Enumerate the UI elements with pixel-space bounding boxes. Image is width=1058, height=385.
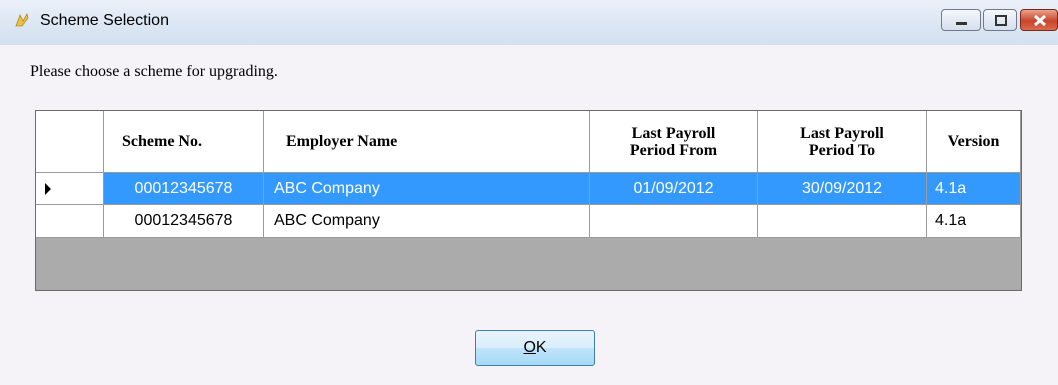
column-header-period-to[interactable]: Last Payroll Period To xyxy=(758,111,927,173)
column-header-period-from[interactable]: Last Payroll Period From xyxy=(590,111,758,173)
scheme-grid[interactable]: Scheme No. Employer Name Last Payroll Pe… xyxy=(35,110,1022,291)
cell-version[interactable]: 4.1a xyxy=(927,205,1021,238)
row-header-selected[interactable] xyxy=(36,173,104,205)
grid-corner-header xyxy=(36,111,104,173)
ok-button[interactable]: OK xyxy=(475,330,595,366)
cell-period-from[interactable] xyxy=(590,205,758,238)
minimize-button[interactable] xyxy=(941,9,981,31)
cell-period-to[interactable]: 30/09/2012 xyxy=(758,173,927,205)
current-row-arrow-icon xyxy=(45,183,51,195)
cell-period-to[interactable] xyxy=(758,205,927,238)
column-header-version[interactable]: Version xyxy=(927,111,1021,173)
close-button[interactable] xyxy=(1020,9,1058,31)
title-bar: Scheme Selection xyxy=(0,0,1058,45)
column-header-scheme-no[interactable]: Scheme No. xyxy=(104,111,264,173)
cell-version[interactable]: 4.1a xyxy=(927,173,1021,205)
maximize-icon xyxy=(995,15,1007,26)
cell-employer-name[interactable]: ABC Company xyxy=(264,173,590,205)
close-icon xyxy=(1033,14,1047,27)
maximize-button[interactable] xyxy=(983,9,1017,31)
ok-button-label: OK xyxy=(523,339,547,356)
cell-scheme-no[interactable]: 00012345678 xyxy=(104,205,264,238)
column-header-employer-name[interactable]: Employer Name xyxy=(264,111,590,173)
row-header[interactable] xyxy=(36,205,104,238)
window-title: Scheme Selection xyxy=(40,12,169,29)
cell-scheme-no[interactable]: 00012345678 xyxy=(104,173,264,205)
cell-period-from[interactable]: 01/09/2012 xyxy=(590,173,758,205)
cell-employer-name[interactable]: ABC Company xyxy=(264,205,590,238)
app-icon xyxy=(15,12,29,27)
instruction-text: Please choose a scheme for upgrading. xyxy=(30,63,278,80)
minimize-icon xyxy=(956,22,967,25)
